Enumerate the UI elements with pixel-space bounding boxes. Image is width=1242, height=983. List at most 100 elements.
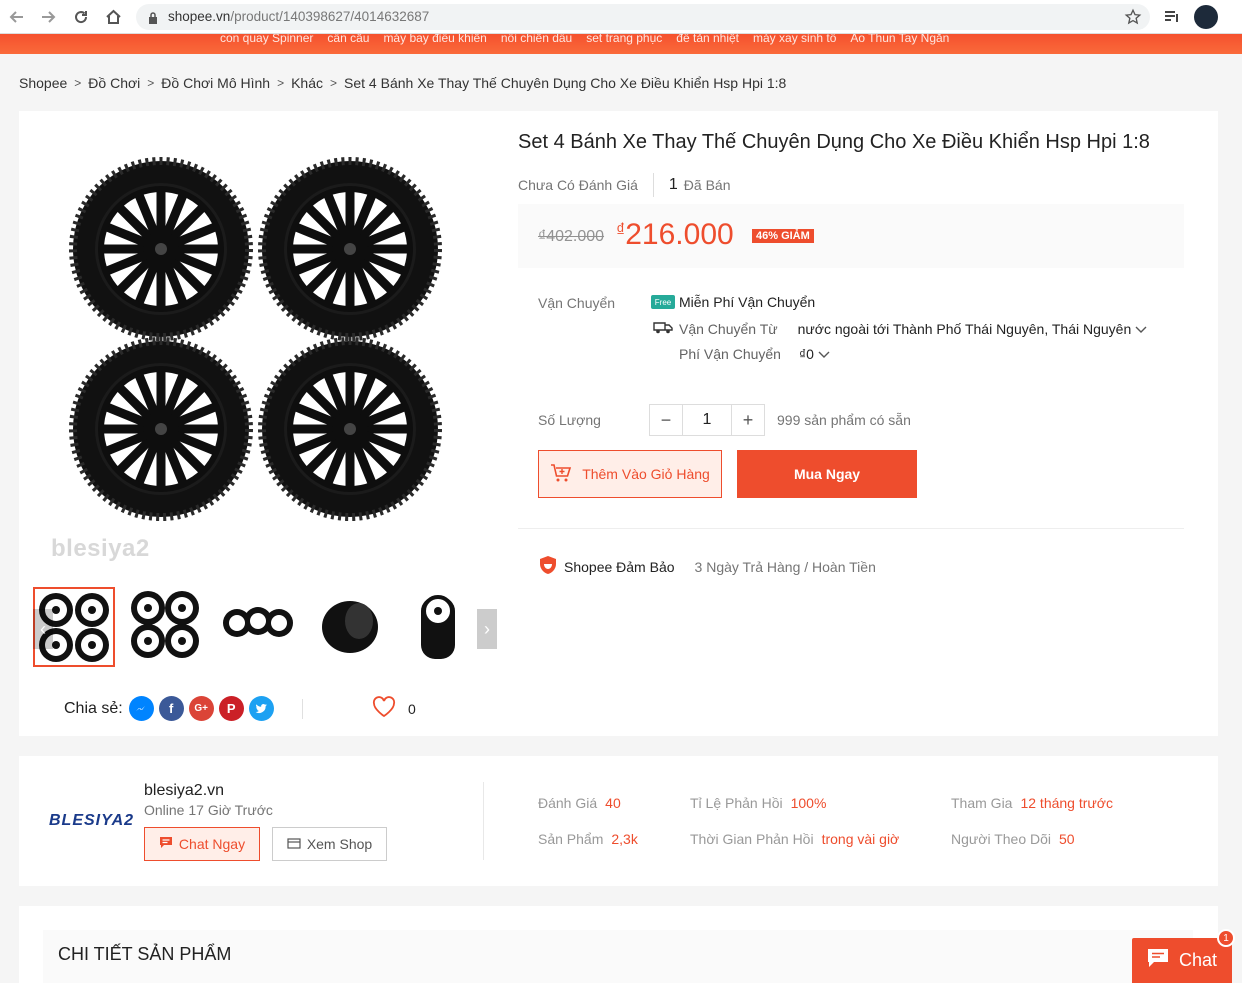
stat-products[interactable]: Sản Phẩm 2,3k bbox=[538, 831, 638, 847]
thumbnail[interactable] bbox=[311, 587, 393, 667]
share-label: Chia sẻ: bbox=[64, 699, 123, 717]
profile-avatar[interactable] bbox=[1194, 5, 1218, 29]
guarantee-label: Shopee Đảm Bảo bbox=[564, 558, 675, 575]
product-title: Set 4 Bánh Xe Thay Thế Chuyên Dụng Cho X… bbox=[518, 131, 1150, 153]
divider bbox=[652, 173, 654, 197]
shipping-fee-row: Phí Vận Chuyển ₫0 bbox=[679, 346, 830, 362]
chevron-right-icon: > bbox=[330, 76, 338, 90]
price-box: ₫402.000 ₫216.000 46% GIẢM bbox=[518, 204, 1184, 268]
thumbnail-strip: ‹ › bbox=[33, 585, 497, 669]
sale-price: ₫216.000 bbox=[616, 218, 734, 252]
rating-text: Chưa Có Đánh Giá bbox=[518, 177, 638, 193]
trending-link[interactable]: set trang phục bbox=[586, 34, 662, 45]
sold-count: 1 bbox=[668, 176, 678, 193]
stat-ratings[interactable]: Đánh Giá 40 bbox=[538, 795, 621, 811]
image-watermark: blesiya2 bbox=[51, 535, 150, 562]
heart-icon[interactable] bbox=[372, 696, 396, 721]
view-shop-label: Xem Shop bbox=[306, 836, 373, 852]
breadcrumb-item[interactable]: Đồ Chơi bbox=[88, 75, 140, 91]
breadcrumb-item[interactable]: Khác bbox=[291, 75, 323, 91]
shopee-header-strip: con quay Spinner cần câu máy bay điều kh… bbox=[0, 34, 1242, 54]
original-price: ₫402.000 bbox=[538, 228, 605, 245]
forward-icon[interactable] bbox=[37, 6, 59, 28]
twitter-icon[interactable] bbox=[248, 696, 274, 721]
breadcrumb: Shopee > Đồ Chơi > Đồ Chơi Mô Hình > Khá… bbox=[19, 75, 786, 91]
trending-link[interactable]: máy bay điều khiển bbox=[383, 34, 486, 45]
trending-link[interactable]: cần câu bbox=[327, 34, 369, 45]
thumbnail-next-arrow[interactable]: › bbox=[477, 609, 497, 649]
buy-now-button[interactable]: Mua Ngay bbox=[737, 450, 917, 498]
stat-value: 2,3k bbox=[611, 831, 638, 847]
quantity-increase-button[interactable]: + bbox=[732, 405, 764, 435]
divider bbox=[483, 782, 484, 860]
product-card: blesiya2 ‹ › Chia sẻ: f G+ P 0 Set 4 Bán… bbox=[19, 111, 1218, 736]
breadcrumb-item[interactable]: Shopee bbox=[19, 75, 67, 91]
breadcrumb-item[interactable]: Đồ Chơi Mô Hình bbox=[161, 75, 270, 91]
divider bbox=[518, 528, 1184, 529]
stat-value: 100% bbox=[790, 795, 827, 811]
trending-link[interactable]: đế tản nhiệt bbox=[676, 34, 739, 45]
chevron-down-icon[interactable] bbox=[818, 346, 830, 362]
trending-link[interactable]: Áo Thun Tay Ngắn bbox=[850, 34, 949, 45]
add-to-cart-button[interactable]: Thêm Vào Giỏ Hàng bbox=[538, 450, 722, 498]
shopee-guarantee[interactable]: Shopee Đảm Bảo 3 Ngày Trả Hàng / Hoàn Ti… bbox=[538, 555, 876, 578]
reload-icon[interactable] bbox=[70, 6, 92, 28]
stock-text: 999 sản phẩm có sẵn bbox=[777, 412, 911, 428]
shipping-fee-value[interactable]: ₫0 bbox=[799, 346, 814, 362]
stat-response-time: Thời Gian Phản Hồi trong vài giờ bbox=[690, 831, 899, 847]
quantity-stepper: − 1 + bbox=[649, 404, 765, 436]
chat-bubble-icon bbox=[1147, 948, 1169, 973]
thumbnail[interactable] bbox=[403, 587, 485, 667]
product-main-image[interactable] bbox=[51, 153, 501, 583]
trending-links: con quay Spinner cần câu máy bay điều kh… bbox=[220, 34, 949, 45]
shipping-label: Vận Chuyển bbox=[538, 295, 616, 311]
like-row: 0 bbox=[372, 696, 416, 721]
stat-label: Sản Phẩm bbox=[538, 831, 604, 847]
quantity-input[interactable]: 1 bbox=[682, 405, 732, 435]
stat-value: 50 bbox=[1059, 831, 1075, 847]
product-details-heading: CHI TIẾT SẢN PHẨM bbox=[43, 930, 1193, 983]
shop-online-status: Online 17 Giờ Trước bbox=[144, 802, 273, 818]
like-count: 0 bbox=[408, 700, 416, 717]
messenger-icon[interactable] bbox=[128, 696, 154, 721]
divider bbox=[302, 699, 303, 719]
stat-joined: Tham Gia 12 tháng trước bbox=[951, 795, 1113, 811]
thumbnail[interactable] bbox=[219, 587, 301, 667]
guarantee-desc: 3 Ngày Trả Hàng / Hoàn Tiền bbox=[694, 558, 876, 575]
thumbnail-prev-arrow[interactable]: ‹ bbox=[33, 609, 53, 649]
stat-response-rate: Tỉ Lệ Phản Hồi 100% bbox=[690, 795, 826, 811]
stat-label: Người Theo Dõi bbox=[951, 831, 1052, 847]
view-shop-button[interactable]: Xem Shop bbox=[272, 827, 387, 861]
facebook-icon[interactable]: f bbox=[158, 696, 184, 721]
trending-link[interactable]: nồi chiên dầu bbox=[501, 34, 572, 45]
chat-now-button[interactable]: Chat Ngay bbox=[144, 827, 260, 861]
playlist-icon[interactable] bbox=[1161, 6, 1183, 28]
product-details-card: CHI TIẾT SẢN PHẨM bbox=[19, 906, 1218, 983]
shipping-from-value[interactable]: nước ngoài tới Thành Phố Thái Nguyên, Th… bbox=[798, 321, 1132, 337]
chevron-down-icon[interactable] bbox=[1135, 321, 1147, 337]
trending-link[interactable]: máy xay sinh tố bbox=[753, 34, 836, 45]
bookmark-star-icon[interactable] bbox=[1124, 8, 1142, 29]
floating-chat-button[interactable]: Chat bbox=[1132, 938, 1232, 983]
address-bar[interactable]: shopee.vn/product/140398627/4014632687 bbox=[136, 4, 1150, 30]
shop-logo[interactable]: BLESIYA2 bbox=[49, 812, 134, 830]
chevron-right-icon: > bbox=[74, 76, 82, 90]
pinterest-icon[interactable]: P bbox=[218, 696, 244, 721]
google-plus-icon[interactable]: G+ bbox=[188, 696, 214, 721]
home-icon[interactable] bbox=[102, 6, 124, 28]
shop-card: BLESIYA2 blesiya2.vn Online 17 Giờ Trước… bbox=[19, 756, 1218, 886]
back-icon[interactable] bbox=[6, 6, 28, 28]
stat-label: Tham Gia bbox=[951, 795, 1013, 811]
chevron-right-icon: > bbox=[147, 76, 155, 90]
chat-icon bbox=[159, 836, 173, 852]
trending-link[interactable]: con quay Spinner bbox=[220, 34, 313, 45]
price-value: 216.000 bbox=[625, 218, 734, 251]
cart-icon bbox=[550, 463, 572, 486]
stat-value: trong vài giờ bbox=[821, 831, 900, 847]
thumbnail[interactable] bbox=[127, 587, 209, 667]
shop-name: blesiya2.vn bbox=[144, 782, 225, 799]
shipping-fee-label: Phí Vận Chuyển bbox=[679, 346, 781, 362]
url-path: /product/140398627/4014632687 bbox=[230, 9, 430, 24]
free-shipping-text: Miễn Phí Vận Chuyển bbox=[679, 294, 816, 310]
quantity-decrease-button[interactable]: − bbox=[650, 405, 682, 435]
